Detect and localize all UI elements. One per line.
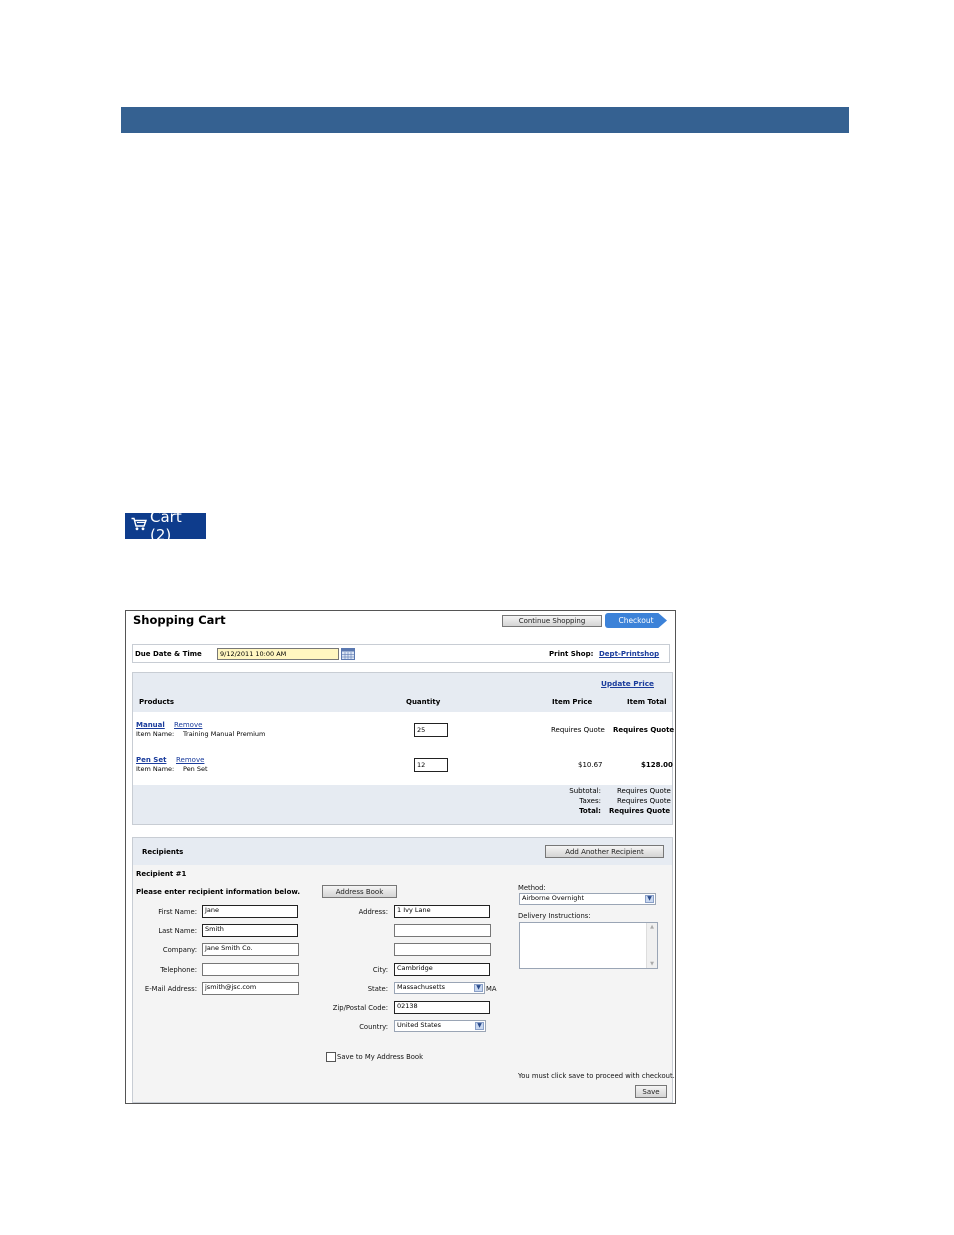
checkout-button[interactable]: Checkout bbox=[605, 613, 667, 628]
chevron-down-icon: ▼ bbox=[474, 984, 483, 992]
item-total: $128.00 bbox=[641, 761, 673, 769]
address-label: Address: bbox=[358, 908, 388, 916]
due-date-row: Due Date & Time 9/12/2011 10:00 AM Print… bbox=[132, 644, 670, 663]
products-panel: Update Price Products Quantity Item Pric… bbox=[132, 672, 675, 825]
email-label: E-Mail Address: bbox=[144, 985, 197, 993]
city-input[interactable]: Cambridge bbox=[394, 963, 490, 976]
total-value: Requires Quote bbox=[609, 807, 671, 815]
last-name-input[interactable]: Smith bbox=[202, 924, 298, 937]
product-link[interactable]: Manual bbox=[136, 721, 165, 729]
item-price: Requires Quote bbox=[551, 726, 605, 734]
save-address-checkbox[interactable] bbox=[326, 1052, 336, 1062]
scroll-up-icon: ▲ bbox=[650, 924, 654, 930]
due-date-input[interactable]: 9/12/2011 10:00 AM bbox=[217, 648, 339, 660]
header-bar bbox=[121, 107, 849, 133]
method-label: Method: bbox=[518, 884, 546, 892]
country-select[interactable]: United States ▼ bbox=[394, 1020, 486, 1032]
taxes-label: Taxes: bbox=[579, 797, 601, 805]
state-value: Massachusetts bbox=[397, 983, 446, 991]
recipients-panel: Recipients Add Another Recipient Recipie… bbox=[132, 837, 675, 1103]
recipients-title: Recipients bbox=[142, 848, 184, 856]
first-name-label: First Name: bbox=[158, 908, 197, 916]
col-item-price: Item Price bbox=[552, 698, 593, 706]
company-label: Company: bbox=[162, 946, 197, 954]
method-value: Airborne Overnight bbox=[522, 894, 585, 902]
chevron-down-icon: ▼ bbox=[645, 895, 654, 903]
city-label: City: bbox=[372, 966, 388, 974]
subtotal-label: Subtotal: bbox=[569, 787, 601, 795]
email-input[interactable]: jsmith@jsc.com bbox=[202, 982, 299, 995]
products-header-bar bbox=[133, 673, 672, 712]
save-address-label: Save to My Address Book bbox=[337, 1053, 424, 1061]
taxes-value: Requires Quote bbox=[617, 797, 671, 805]
cart-button[interactable]: Cart (2) bbox=[125, 508, 206, 544]
item-name-value: Pen Set bbox=[183, 765, 208, 773]
quantity-input[interactable]: 12 bbox=[414, 758, 448, 772]
remove-link[interactable]: Remove bbox=[174, 721, 202, 729]
scroll-down-icon: ▼ bbox=[650, 961, 654, 967]
first-name-input[interactable]: Jane bbox=[202, 905, 298, 918]
state-abbr: MA bbox=[486, 985, 497, 993]
method-select[interactable]: Airborne Overnight ▼ bbox=[519, 893, 656, 905]
add-recipient-button[interactable]: Add Another Recipient bbox=[545, 845, 664, 858]
zip-input[interactable]: 02138 bbox=[394, 1001, 490, 1014]
address-book-button[interactable]: Address Book bbox=[322, 885, 397, 898]
total-label: Total: bbox=[579, 807, 601, 815]
address-line-2-input[interactable] bbox=[394, 924, 491, 937]
item-name-value: Training Manual Premium bbox=[183, 730, 266, 738]
telephone-input[interactable] bbox=[202, 963, 299, 976]
col-products: Products bbox=[139, 698, 175, 706]
remove-link[interactable]: Remove bbox=[176, 756, 204, 764]
item-name-label: Item Name: bbox=[136, 765, 175, 773]
zip-label: Zip/Postal Code: bbox=[332, 1004, 388, 1012]
save-note: You must click save to proceed with chec… bbox=[518, 1072, 675, 1080]
recipient-title: Recipient #1 bbox=[136, 870, 187, 878]
last-name-label: Last Name: bbox=[158, 927, 197, 935]
item-name-label: Item Name: bbox=[136, 730, 175, 738]
delivery-instructions-textarea[interactable]: ▲ ▼ bbox=[519, 922, 658, 969]
quantity-input[interactable]: 25 bbox=[414, 723, 448, 737]
delivery-instructions-label: Delivery Instructions: bbox=[518, 912, 591, 920]
save-button[interactable]: Save bbox=[635, 1085, 667, 1098]
state-label: State: bbox=[367, 985, 388, 993]
state-select[interactable]: Massachusetts ▼ bbox=[394, 982, 485, 994]
address-line-1-input[interactable]: 1 Ivy Lane bbox=[394, 905, 490, 918]
col-item-total: Item Total bbox=[627, 698, 667, 706]
cart-label: Cart (2) bbox=[150, 508, 182, 544]
textarea-scrollbar[interactable]: ▲ ▼ bbox=[646, 923, 657, 968]
telephone-label: Telephone: bbox=[160, 966, 197, 974]
page-title: Shopping Cart bbox=[133, 613, 226, 627]
product-link[interactable]: Pen Set bbox=[136, 756, 166, 764]
shopping-cart-screenshot: Shopping Cart Continue Shopping Checkout… bbox=[125, 610, 676, 1104]
chevron-down-icon: ▼ bbox=[475, 1022, 484, 1030]
company-input[interactable]: Jane Smith Co. bbox=[202, 943, 299, 956]
cart-icon bbox=[131, 517, 150, 535]
continue-shopping-button[interactable]: Continue Shopping bbox=[502, 615, 602, 627]
subtotal-value: Requires Quote bbox=[617, 787, 671, 795]
country-value: United States bbox=[397, 1021, 442, 1029]
update-price-link[interactable]: Update Price bbox=[601, 679, 654, 688]
print-shop-link[interactable]: Dept-Printshop bbox=[599, 650, 659, 658]
address-line-3-input[interactable] bbox=[394, 943, 491, 956]
item-price: $10.67 bbox=[578, 761, 603, 769]
col-quantity: Quantity bbox=[406, 698, 441, 706]
calendar-icon[interactable] bbox=[341, 648, 355, 662]
recipient-instructions: Please enter recipient information below… bbox=[136, 888, 301, 896]
due-date-label: Due Date & Time bbox=[135, 650, 202, 658]
country-label: Country: bbox=[359, 1023, 388, 1031]
item-total: Requires Quote bbox=[613, 726, 675, 734]
print-shop-label: Print Shop: bbox=[549, 650, 594, 658]
